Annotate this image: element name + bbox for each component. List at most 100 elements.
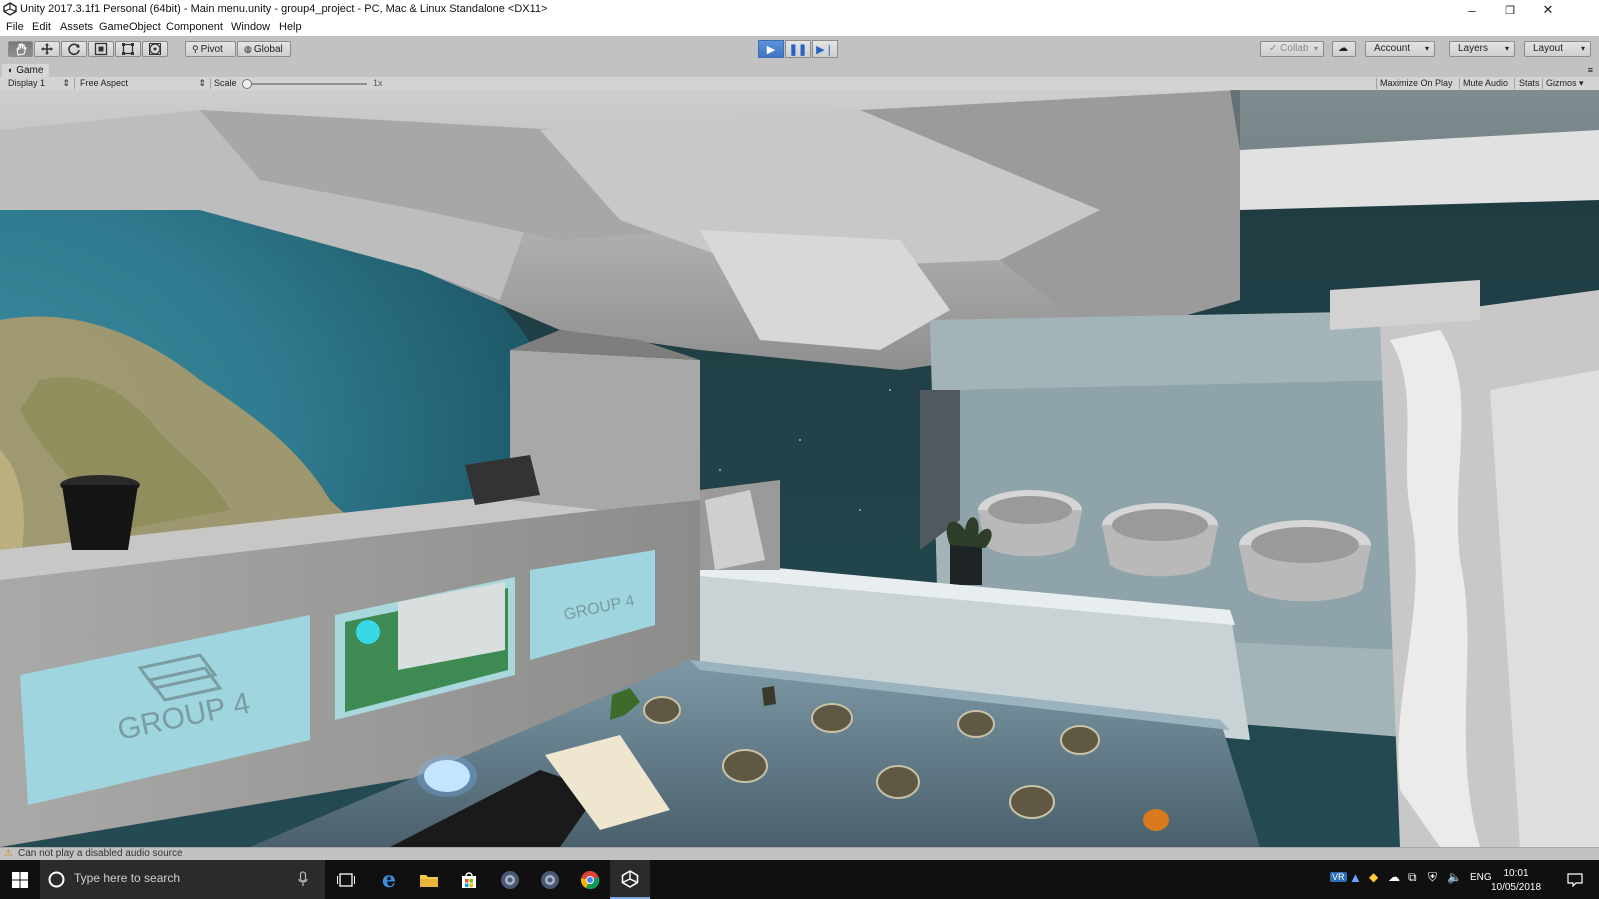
steam-icon	[501, 870, 519, 889]
tab-game[interactable]: ◐ Game	[2, 64, 50, 77]
security-tray-icon[interactable]: ⛨	[1428, 870, 1437, 885]
divider	[74, 78, 75, 89]
pillar-left	[510, 350, 700, 510]
menu-help[interactable]: Help	[279, 21, 302, 33]
maximize-on-play-toggle[interactable]: Maximize On Play	[1380, 77, 1453, 90]
rotate-tool-icon	[68, 43, 80, 56]
scene-render: GROUP 4 GROUP 4	[0, 90, 1599, 847]
step-icon: ▶❘	[816, 43, 834, 56]
store-button[interactable]	[449, 860, 489, 899]
hand-tool-button[interactable]	[8, 41, 33, 57]
mute-audio-toggle[interactable]: Mute Audio	[1463, 77, 1508, 90]
taskbar-search[interactable]: Type here to search	[40, 860, 325, 899]
menu-component[interactable]: Component	[166, 21, 223, 33]
minimize-icon: –	[1468, 2, 1476, 18]
divider	[1376, 78, 1377, 89]
divider	[1459, 78, 1460, 89]
restore-icon: ❐	[1505, 4, 1515, 17]
move-tool-button[interactable]	[34, 41, 60, 57]
game-tab-label: Game	[16, 65, 44, 76]
orange-ball	[1143, 809, 1169, 831]
game-icon: ◐	[8, 65, 14, 75]
game-tab-strip: ◐ Game ≡	[0, 64, 1599, 77]
file-explorer-button[interactable]	[409, 860, 449, 899]
cortana-icon	[48, 871, 65, 888]
move-tool-icon	[41, 43, 53, 55]
rotate-tool-button[interactable]	[61, 41, 87, 57]
network-tray-icon[interactable]: ⧉	[1408, 870, 1417, 885]
search-placeholder: Type here to search	[74, 871, 181, 885]
volume-tray-icon[interactable]: 🔈	[1447, 870, 1462, 884]
game-view[interactable]: GROUP 4 GROUP 4	[0, 90, 1599, 847]
global-toggle[interactable]: ◍ Global	[237, 41, 291, 57]
menu-bar: File Edit Assets GameObject Component Wi…	[0, 20, 1599, 36]
microphone-icon[interactable]	[298, 871, 308, 887]
menu-edit[interactable]: Edit	[32, 21, 51, 33]
gizmos-label: Gizmos	[1546, 78, 1577, 88]
restore-button[interactable]: ❐	[1491, 0, 1529, 20]
account-dropdown[interactable]: Account ▾	[1365, 41, 1435, 57]
pivot-icon: ⚲	[192, 43, 199, 54]
steam-vr-icon	[541, 870, 559, 889]
dropdown-arrow-icon: ▾	[1580, 44, 1585, 53]
display-dropdown[interactable]: Display 1 ⇕	[8, 77, 70, 90]
game-view-toolbar: Display 1 ⇕ Free Aspect ⇕ Scale 1x Maximiz…	[0, 77, 1599, 91]
scale-value: 1x	[373, 78, 383, 88]
updown-arrow-icon: ⇕	[62, 78, 70, 88]
play-button[interactable]: ▶	[758, 40, 784, 58]
close-button[interactable]: ✕	[1529, 0, 1567, 20]
steam-vr-button[interactable]	[530, 860, 570, 899]
panel-menu-icon[interactable]: ≡	[1588, 65, 1593, 75]
collab-label: Collab	[1280, 43, 1309, 54]
unity-taskbar-button[interactable]	[610, 860, 650, 899]
scale-slider-thumb[interactable]	[242, 79, 252, 89]
task-view-button[interactable]	[326, 860, 366, 899]
clock-time: 10:01	[1503, 868, 1529, 879]
divider	[1542, 78, 1543, 89]
divider	[1514, 78, 1515, 89]
pause-button[interactable]: ❚❚	[785, 40, 811, 58]
action-center-button[interactable]	[1555, 860, 1595, 899]
status-message: Can not play a disabled audio source	[18, 848, 183, 859]
dropdown-arrow-icon: ▾	[1579, 78, 1584, 88]
menu-gameobject[interactable]: GameObject	[99, 21, 161, 33]
dropdown-arrow-icon: ▾	[1504, 44, 1509, 53]
stats-toggle[interactable]: Stats	[1519, 77, 1540, 90]
rect-tool-button[interactable]	[115, 41, 141, 57]
menu-assets[interactable]: Assets	[60, 21, 93, 33]
transform-tool-button[interactable]	[142, 41, 168, 57]
gizmos-dropdown[interactable]: Gizmos ▾	[1546, 77, 1584, 90]
main-toolbar: ⚲ Pivot ◍ Global ▶ ❚❚ ▶❘ ✓ Collab ▾ ☁ Accou…	[0, 36, 1599, 65]
vr-tray-icon[interactable]: VR	[1330, 872, 1347, 882]
clock-date: 10/05/2018	[1490, 882, 1542, 893]
menu-window[interactable]: Window	[231, 21, 270, 33]
chrome-icon	[580, 870, 600, 889]
language-indicator[interactable]: ENG	[1470, 872, 1492, 883]
layout-dropdown[interactable]: Layout ▾	[1524, 41, 1591, 57]
step-button[interactable]: ▶❘	[812, 40, 838, 58]
collab-dropdown[interactable]: ✓ Collab ▾	[1260, 41, 1324, 57]
menu-file[interactable]: File	[6, 21, 24, 33]
drive-tray-icon[interactable]: ▲	[1349, 870, 1362, 885]
window-title: Unity 2017.3.1f1 Personal (64bit) - Main…	[20, 3, 548, 15]
status-bar[interactable]: ⚠ Can not play a disabled audio source	[0, 847, 1599, 860]
start-button[interactable]	[0, 860, 40, 899]
updown-arrow-icon: ⇕	[198, 78, 206, 88]
notification-icon	[1567, 872, 1583, 887]
steam-button[interactable]	[490, 860, 530, 899]
aspect-dropdown[interactable]: Free Aspect ⇕	[80, 77, 206, 90]
cloud-button[interactable]: ☁	[1332, 41, 1356, 57]
layers-dropdown[interactable]: Layers ▾	[1449, 41, 1515, 57]
minimize-button[interactable]: –	[1453, 0, 1491, 20]
edge-button[interactable]: e	[369, 860, 409, 899]
onedrive-tray-icon[interactable]: ◆	[1369, 870, 1378, 884]
chrome-button[interactable]	[570, 860, 610, 899]
pivot-toggle[interactable]: ⚲ Pivot	[185, 41, 236, 57]
window-title-bar: Unity 2017.3.1f1 Personal (64bit) - Main…	[0, 0, 1599, 20]
scale-slider-track[interactable]	[245, 83, 367, 85]
cloud-tray-icon[interactable]: ☁	[1388, 870, 1400, 884]
coffee-cup	[60, 475, 140, 550]
scale-tool-button[interactable]	[88, 41, 114, 57]
taskbar-clock[interactable]: 10:01 10/05/2018	[1490, 867, 1542, 895]
scale-tool-icon	[94, 42, 108, 56]
